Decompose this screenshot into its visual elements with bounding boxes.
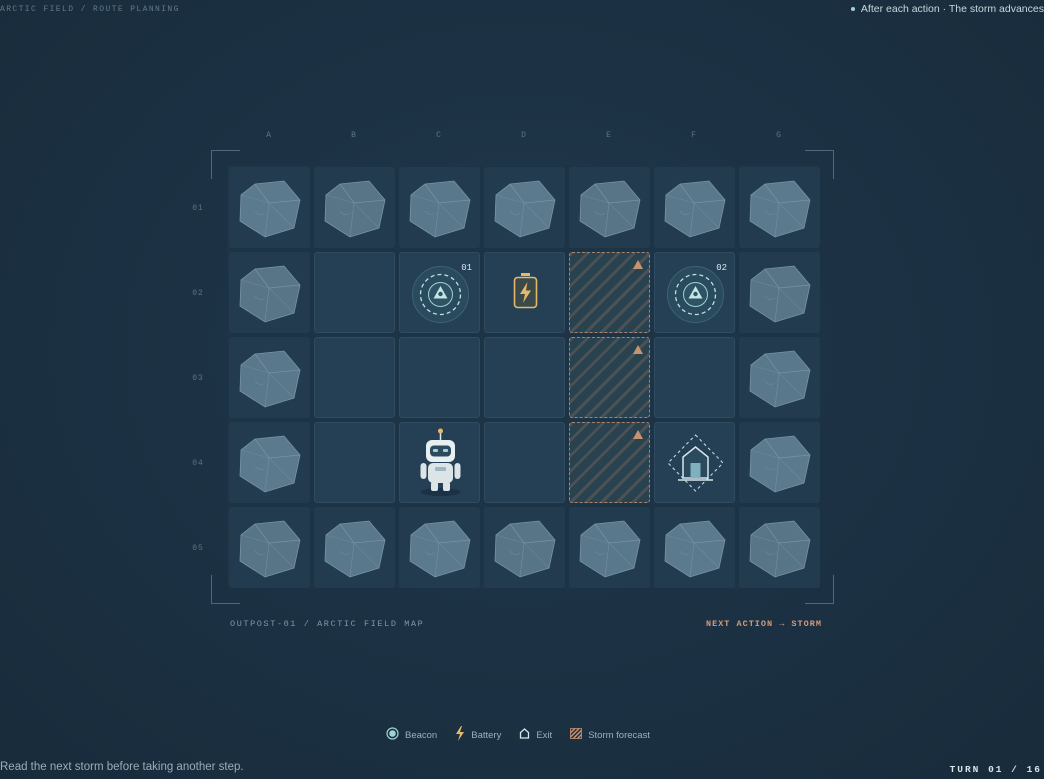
cell-f05-rock <box>654 507 735 588</box>
storm-status: After each action · The storm advances <box>850 3 1044 15</box>
cell-d01-rock <box>484 167 565 248</box>
rock-icon <box>239 180 301 238</box>
cell-d02-battery[interactable] <box>484 252 565 333</box>
rock-icon <box>324 180 386 238</box>
rock-icon <box>324 520 386 578</box>
rock-icon <box>409 520 471 578</box>
storm-warning-icon <box>633 345 643 354</box>
beacon-number: 02 <box>716 263 727 273</box>
cell-g04-rock <box>739 422 820 503</box>
cell-c04-robot[interactable] <box>399 422 480 503</box>
cell-e02-storm[interactable] <box>569 252 650 333</box>
cell-e01-rock <box>569 167 650 248</box>
column-label-d: D <box>521 131 527 140</box>
cell-g03-rock <box>739 337 820 418</box>
cell-e04-storm[interactable] <box>569 422 650 503</box>
rock-icon <box>409 180 471 238</box>
status-dot-icon <box>850 7 855 11</box>
legend-storm: Storm forecast <box>570 728 650 742</box>
exit-icon <box>519 728 530 742</box>
cell-f02-beacon[interactable]: 02 <box>654 252 735 333</box>
cell-f01-rock <box>654 167 735 248</box>
cell-a03-rock <box>229 337 310 418</box>
legend-beacon: Beacon <box>386 727 437 743</box>
row-label-05: 05 <box>192 544 204 553</box>
rock-icon <box>239 435 301 493</box>
column-label-c: C <box>436 131 442 140</box>
legend-exit-label: Exit <box>536 729 553 741</box>
cell-a05-rock <box>229 507 310 588</box>
cell-d03-empty[interactable] <box>484 337 565 418</box>
cell-a01-rock <box>229 167 310 248</box>
legend-battery-label: Battery <box>471 729 502 741</box>
cell-g02-rock <box>739 252 820 333</box>
rock-icon <box>239 265 301 323</box>
battery-icon <box>455 726 465 744</box>
cell-a02-rock <box>229 252 310 333</box>
cell-f04-exit[interactable] <box>654 422 735 503</box>
map-caption: OUTPOST-01 / ARCTIC FIELD MAP <box>230 619 425 629</box>
column-label-e: E <box>606 131 612 140</box>
rock-icon <box>749 265 811 323</box>
rock-icon <box>239 350 301 408</box>
cell-b04-empty[interactable] <box>314 422 395 503</box>
legend-storm-label: Storm forecast <box>588 729 650 741</box>
rock-icon <box>749 350 811 408</box>
cell-e05-rock <box>569 507 650 588</box>
cell-f03-empty[interactable] <box>654 337 735 418</box>
rock-icon <box>494 180 556 238</box>
row-label-03: 03 <box>192 374 204 383</box>
cell-a04-rock <box>229 422 310 503</box>
next-action-indicator: NEXT ACTION → STORM <box>706 619 822 629</box>
robot-icon <box>420 428 461 496</box>
column-label-f: F <box>691 131 697 140</box>
legend-battery: Battery <box>455 726 501 744</box>
cell-c01-rock <box>399 167 480 248</box>
rock-icon <box>494 520 556 578</box>
storm-forecast-icon <box>570 728 583 742</box>
cell-b05-rock <box>314 507 395 588</box>
cell-c05-rock <box>399 507 480 588</box>
turn-counter: TURN 01 / 16 <box>949 764 1042 775</box>
cell-d04-empty[interactable] <box>484 422 565 503</box>
row-label-01: 01 <box>192 204 204 213</box>
cell-g05-rock <box>739 507 820 588</box>
beacon-number: 01 <box>461 263 472 273</box>
storm-warning-icon <box>633 430 643 439</box>
hint-text: Read the next storm before taking anothe… <box>0 761 244 773</box>
cell-b01-rock <box>314 167 395 248</box>
row-label-02: 02 <box>192 289 204 298</box>
exit-icon <box>667 434 724 492</box>
column-label-g: G <box>776 131 782 140</box>
column-label-b: B <box>351 131 357 140</box>
cell-e03-storm[interactable] <box>569 337 650 418</box>
rock-icon <box>749 180 811 238</box>
rock-icon <box>579 180 641 238</box>
storm-status-text: After each action · The storm advances <box>860 3 1044 15</box>
beacon-icon <box>386 727 399 743</box>
rock-icon <box>749 435 811 493</box>
cell-b03-empty[interactable] <box>314 337 395 418</box>
breadcrumb: ARCTIC FIELD / ROUTE PLANNING <box>0 5 180 14</box>
cell-d05-rock <box>484 507 565 588</box>
legend: Beacon Battery Exit Storm forecast <box>386 726 668 744</box>
game-board: 01 02 <box>227 165 820 588</box>
rock-icon <box>664 520 726 578</box>
rock-icon <box>239 520 301 578</box>
cell-g01-rock <box>739 167 820 248</box>
legend-exit: Exit <box>519 728 552 742</box>
row-label-04: 04 <box>192 459 204 468</box>
rock-icon <box>579 520 641 578</box>
storm-warning-icon <box>633 260 643 269</box>
rock-icon <box>664 180 726 238</box>
cell-b02-empty[interactable] <box>314 252 395 333</box>
column-label-a: A <box>266 131 272 140</box>
rock-icon <box>749 520 811 578</box>
cell-c03-empty[interactable] <box>399 337 480 418</box>
legend-beacon-label: Beacon <box>405 729 438 741</box>
battery-icon <box>513 273 538 309</box>
cell-c02-beacon[interactable]: 01 <box>399 252 480 333</box>
